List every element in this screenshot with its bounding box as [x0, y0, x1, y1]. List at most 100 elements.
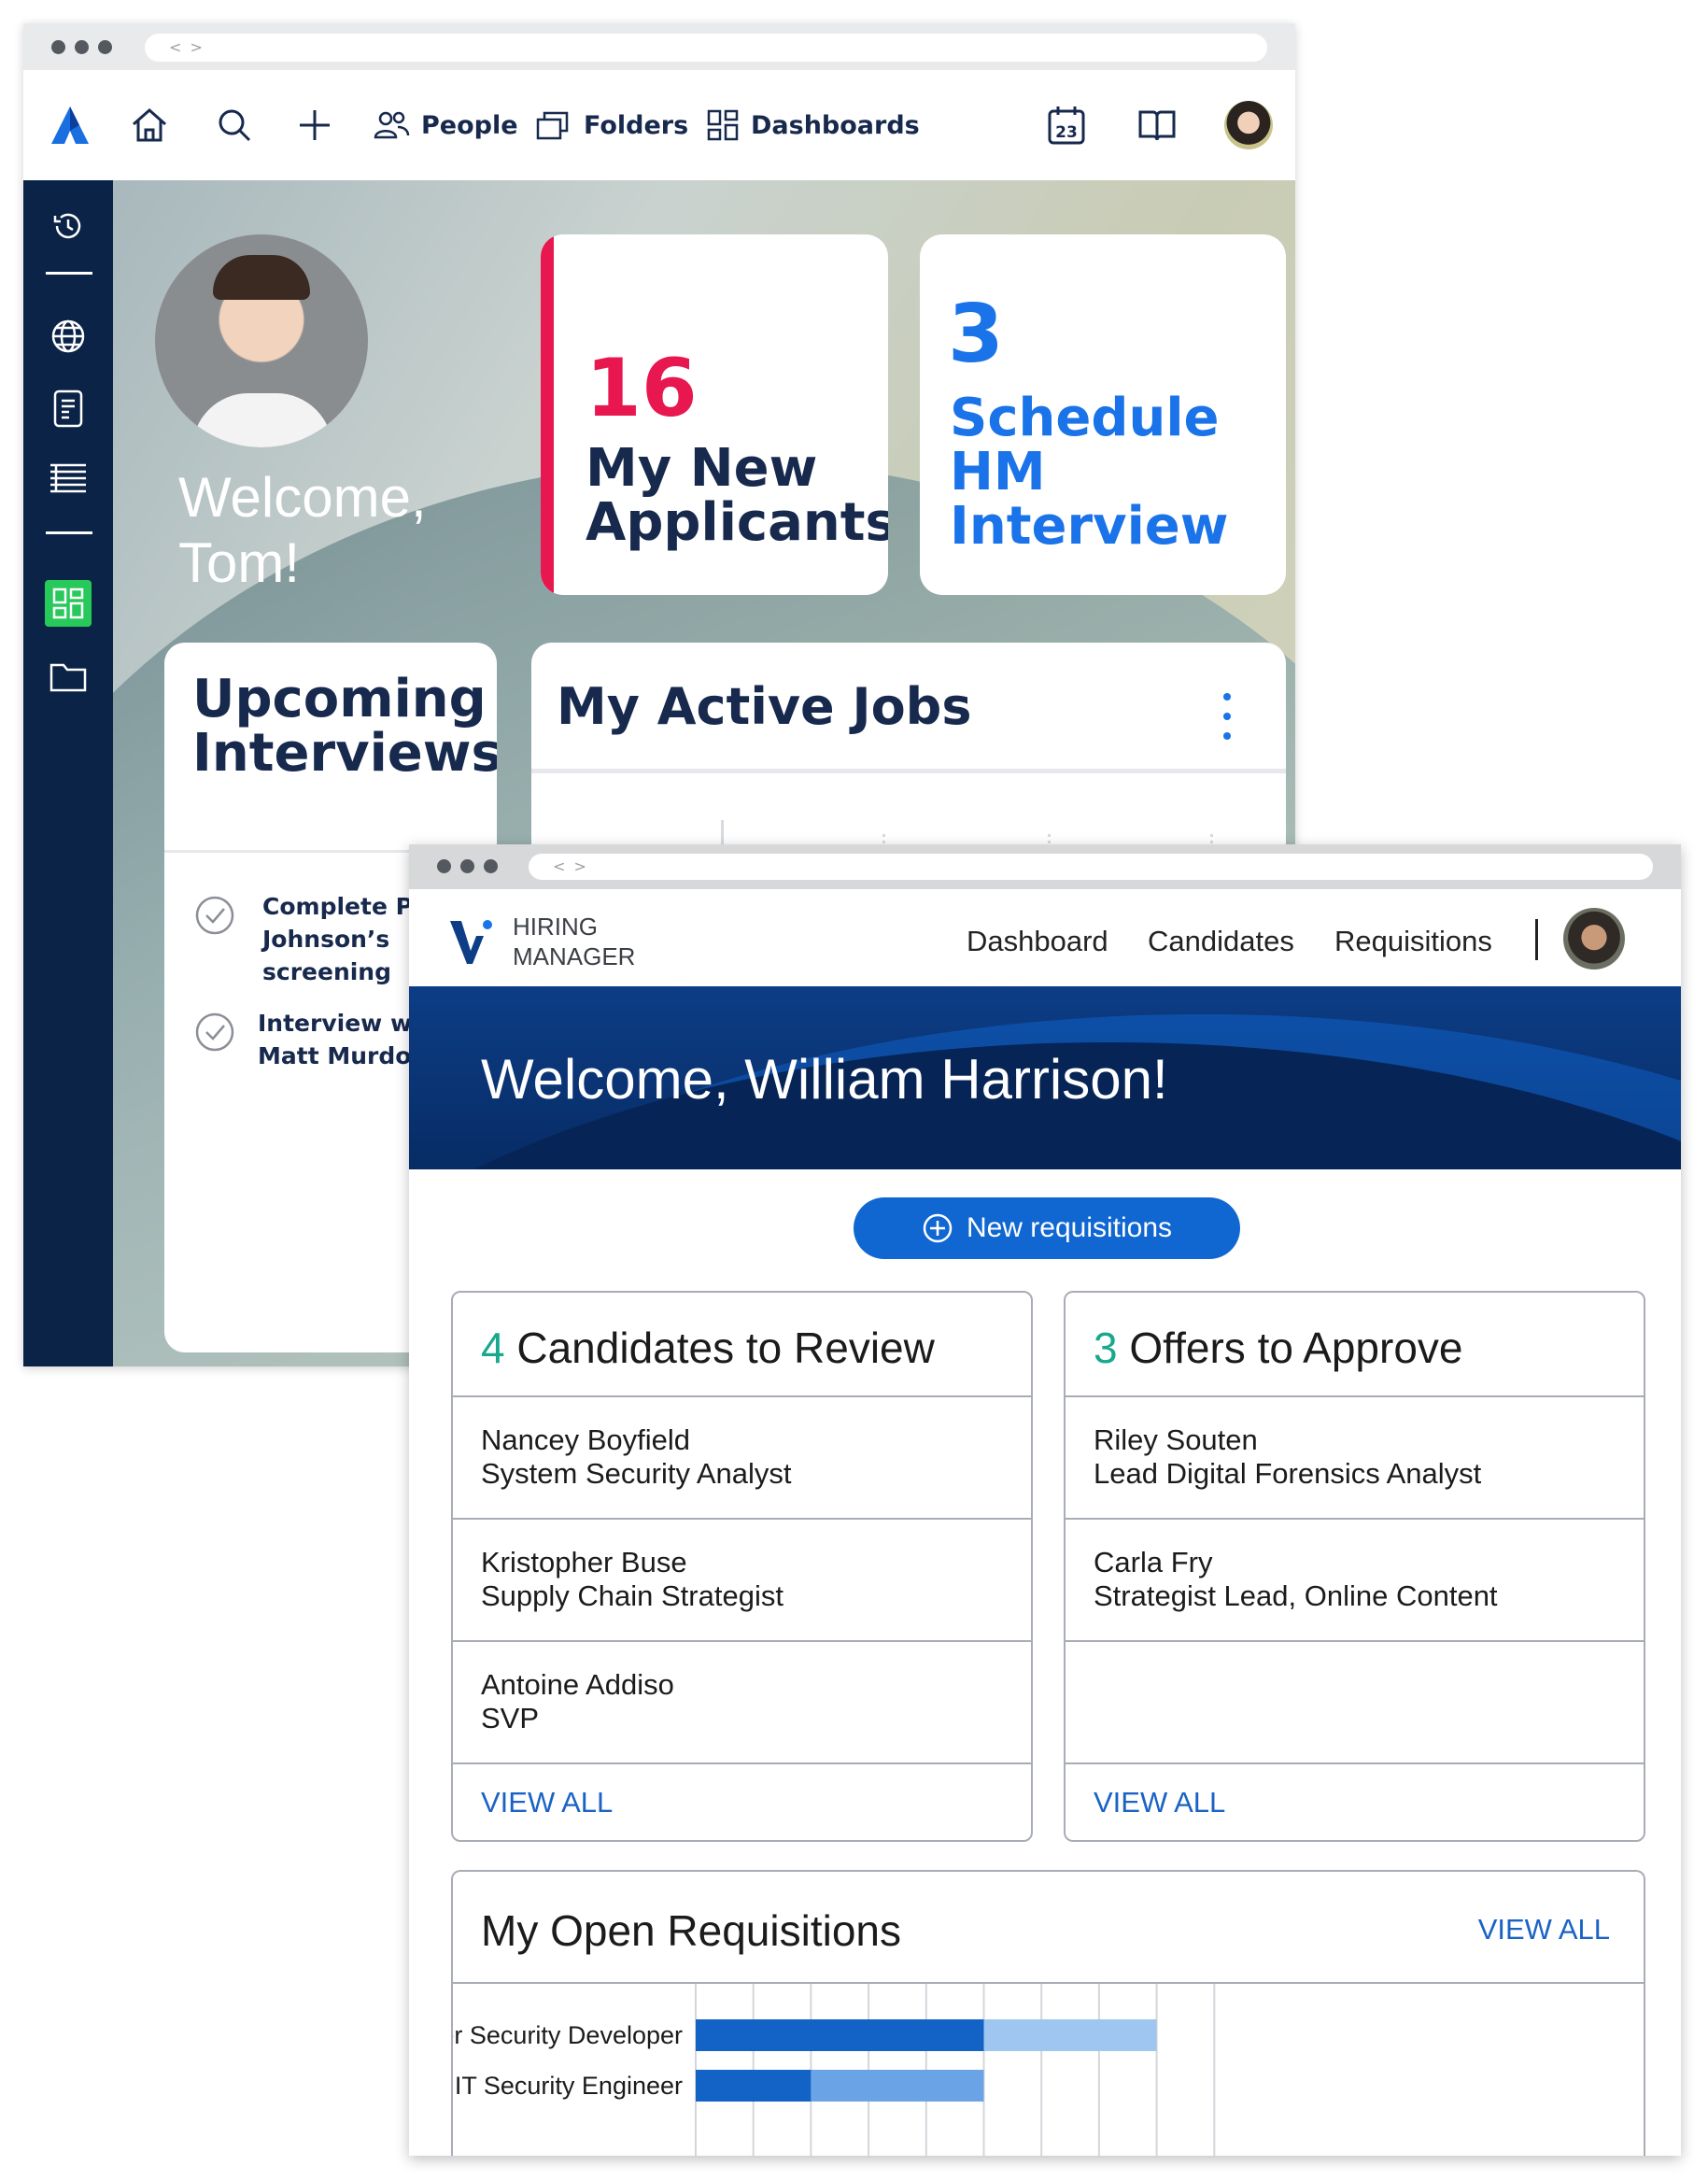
knowledge-button[interactable]	[1136, 70, 1178, 180]
candidate-name: Antoine Addiso	[481, 1668, 674, 1701]
view-all-link[interactable]: VIEW ALL	[1478, 1913, 1610, 1946]
book-icon	[1138, 110, 1176, 141]
view-all-link[interactable]: VIEW ALL	[1094, 1786, 1225, 1819]
nav-requisitions[interactable]: Requisitions	[1334, 925, 1492, 958]
upcoming-title-line-2: Interviews	[192, 723, 497, 784]
chart-bar-segment[interactable]	[811, 2070, 984, 2102]
dashboards-icon	[707, 109, 739, 141]
applicants-count: 16	[586, 342, 698, 435]
logo-icon	[51, 106, 89, 144]
schedule-label-line-1: Schedule	[950, 388, 1220, 448]
new-requisitions-button[interactable]: New requisitions	[854, 1197, 1240, 1259]
folder-button[interactable]	[48, 657, 89, 698]
candidate-role: Supply Chain Strategist	[481, 1579, 783, 1612]
candidate-role: System Security Analyst	[481, 1457, 792, 1490]
address-bar[interactable]: < >	[529, 854, 1653, 880]
open-requisitions-panel: My Open Requisitions VIEW ALL Ciber Secu…	[451, 1870, 1645, 2156]
search-icon	[219, 109, 251, 142]
new-applicants-card[interactable]: 16 My New Applicants	[541, 234, 888, 595]
list-item[interactable]: Riley Souten Lead Digital Forensics Anal…	[1066, 1397, 1644, 1520]
folders-nav[interactable]: Folders	[535, 70, 688, 180]
applicants-label: My New Applicants	[586, 442, 888, 550]
web-button[interactable]	[48, 316, 89, 357]
window-controls[interactable]	[51, 40, 112, 54]
clipboard-button[interactable]	[48, 388, 89, 429]
offers-title: Offers to Approve	[1129, 1324, 1463, 1372]
home-icon	[133, 107, 166, 142]
offers-count: 3	[1094, 1324, 1118, 1372]
applicants-label-line-1: My New	[586, 438, 818, 499]
candidate-role: Strategist Lead, Online Content	[1094, 1579, 1498, 1612]
candidate-name: Kristopher Buse	[481, 1546, 687, 1578]
requisitions-chart: Ciber Security Developer IT Security Engi…	[453, 1984, 1644, 2156]
list-item[interactable]: Nancey Boyfield System Security Analyst	[453, 1397, 1031, 1520]
sidebar-divider	[46, 272, 92, 275]
panel-title: 4 Candidates to Review	[481, 1323, 935, 1373]
review-count: 4	[481, 1324, 505, 1372]
brand-line-1: HIRING	[513, 913, 598, 941]
people-label: People	[421, 110, 518, 140]
user-avatar[interactable]	[1224, 70, 1273, 180]
new-requisitions-label: New requisitions	[966, 1212, 1173, 1243]
nav-candidates[interactable]: Candidates	[1148, 925, 1294, 958]
check-icon[interactable]	[194, 1012, 235, 1053]
folders-icon	[536, 111, 569, 140]
schedule-count: 3	[948, 288, 1004, 381]
candidate-name: Riley Souten	[1094, 1423, 1258, 1456]
list-item[interactable]: Carla Fry Strategist Lead, Online Conten…	[1066, 1520, 1644, 1642]
more-vertical-icon[interactable]	[1218, 689, 1236, 745]
brand-line-2: MANAGER	[513, 942, 636, 970]
panel-title: 3 Offers to Approve	[1094, 1323, 1463, 1373]
chart-bar-segment[interactable]	[696, 2070, 812, 2102]
panel-header: 3 Offers to Approve	[1066, 1293, 1644, 1397]
globe-icon	[51, 319, 85, 353]
folders-label: Folders	[584, 110, 689, 140]
code-glyph: < >	[169, 38, 205, 56]
calendar-button[interactable]: 23	[1045, 70, 1088, 180]
candidate-name: Nancey Boyfield	[481, 1423, 691, 1456]
nav-dashboard[interactable]: Dashboard	[967, 925, 1108, 958]
upcoming-title-line-1: Upcoming	[192, 669, 487, 729]
check-icon[interactable]	[194, 895, 235, 936]
welcome-line-2: Tom!	[178, 531, 301, 594]
nav-divider	[1535, 919, 1538, 960]
search-button[interactable]	[215, 70, 254, 180]
welcome-banner: Welcome, William Harrison!	[409, 986, 1681, 1169]
candidate-role: Lead Digital Forensics Analyst	[1094, 1457, 1482, 1490]
user-avatar[interactable]	[1563, 908, 1625, 970]
add-circle-icon	[923, 1213, 953, 1243]
profile-photo	[155, 234, 368, 447]
chart-bar-segment[interactable]	[696, 2019, 984, 2051]
window-controls[interactable]	[437, 859, 498, 873]
list-button[interactable]	[48, 459, 89, 500]
schedule-interview-card[interactable]: 3 Schedule HM Interview	[920, 234, 1286, 595]
code-glyph: < >	[553, 857, 588, 875]
offers-approve-panel: 3 Offers to Approve Riley Souten Lead Di…	[1064, 1291, 1645, 1842]
history-button[interactable]	[48, 205, 89, 247]
chart-bar-segment[interactable]	[983, 2019, 1157, 2051]
sidebar-divider	[46, 531, 92, 534]
chart-category-label: IT Security Engineer	[455, 2072, 683, 2100]
panel-header: My Open Requisitions VIEW ALL	[453, 1872, 1644, 1984]
welcome-message: Welcome, Tom!	[178, 465, 427, 596]
welcome-message: Welcome, William Harrison!	[481, 1048, 1168, 1111]
list-icon	[50, 463, 86, 493]
schedule-label: Schedule HM Interview	[950, 391, 1228, 554]
app-logo[interactable]	[48, 70, 92, 180]
add-button[interactable]	[296, 70, 333, 180]
list-item[interactable]: Antoine Addiso SVP	[453, 1642, 1031, 1764]
brand-logo-icon[interactable]	[448, 915, 495, 966]
address-bar[interactable]: < >	[145, 34, 1267, 62]
applicants-label-line-2: Applicants	[586, 492, 888, 553]
home-button[interactable]	[128, 70, 171, 180]
view-all-link[interactable]: VIEW ALL	[481, 1786, 613, 1819]
dashboards-nav[interactable]: Dashboards	[706, 70, 920, 180]
dashboard-button-active[interactable]	[45, 580, 92, 627]
accent-bar	[541, 234, 554, 595]
dashboards-label: Dashboards	[751, 110, 920, 140]
people-nav[interactable]: People	[373, 70, 518, 180]
panel-header: 4 Candidates to Review	[453, 1293, 1031, 1397]
list-item[interactable]: Kristopher Buse Supply Chain Strategist	[453, 1520, 1031, 1642]
calendar-icon: 23	[1048, 106, 1085, 145]
schedule-label-line-2: HM	[950, 442, 1046, 503]
